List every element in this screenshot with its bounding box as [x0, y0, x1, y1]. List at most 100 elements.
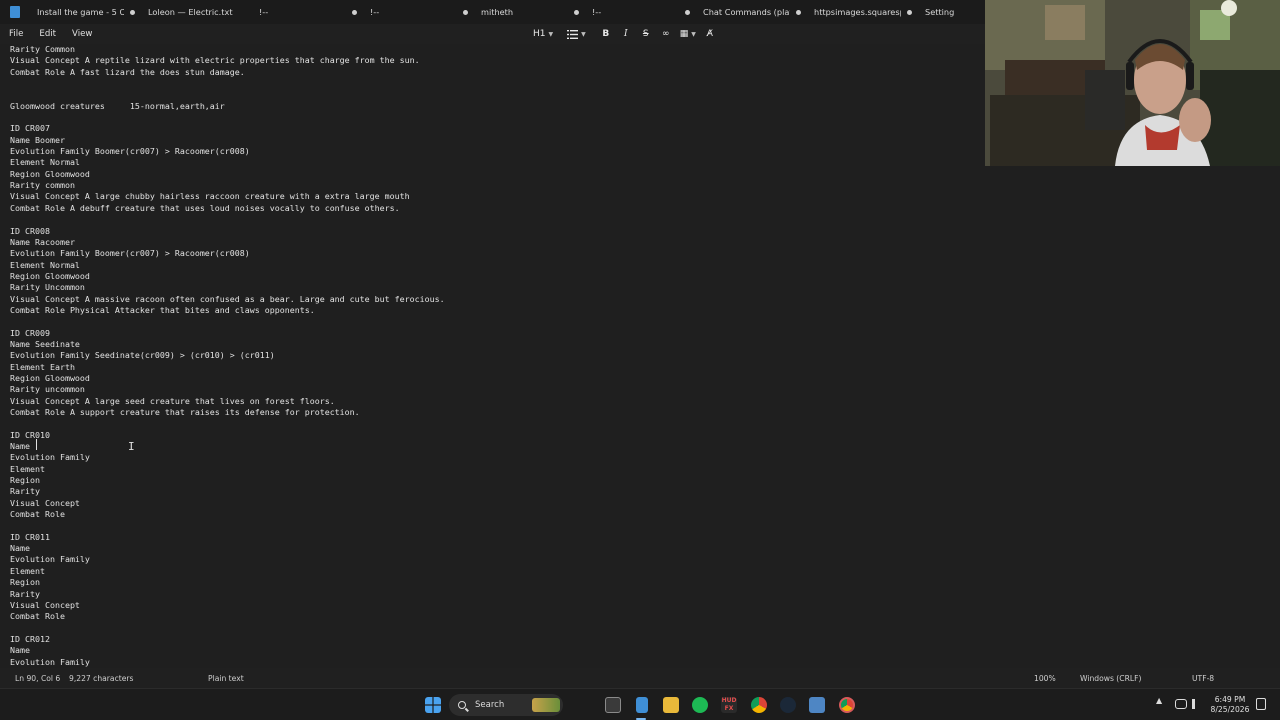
chevron-down-icon: ▼ [691, 30, 696, 38]
document-line: Visual Concept A large seed creature tha… [10, 395, 335, 406]
network-icon[interactable] [1175, 699, 1187, 709]
document-line: Evolution Family [10, 656, 90, 667]
document-line: Evolution Family Boomer(cr007) > Racoome… [10, 146, 250, 157]
clear-formatting-button[interactable]: A̸ [701, 25, 719, 43]
heading-label: H1 [533, 29, 546, 39]
document-line: Combat Role A support creature that rais… [10, 407, 360, 417]
document-line: Element Earth [10, 361, 75, 372]
unsaved-dot-icon[interactable] [130, 9, 135, 15]
document-line: Element [10, 565, 45, 576]
formatting-toolbar: H1 ▼ ▼ B I S ∞ ▦ ▼ A̸ [530, 24, 719, 44]
document-line: ID CR011 [10, 531, 50, 542]
unsaved-dot-icon[interactable] [907, 9, 912, 15]
document-line: Name [10, 645, 30, 656]
chevron-up-icon[interactable]: ▲ [1156, 696, 1162, 705]
document-line: Region Gloomwood [10, 372, 90, 383]
tab-3[interactable]: !-- [363, 0, 474, 24]
unsaved-dot-icon[interactable] [685, 9, 690, 15]
format-indicator[interactable]: Plain text [208, 674, 244, 683]
unsaved-dot-icon[interactable] [574, 9, 579, 15]
italic-button[interactable]: I [617, 25, 635, 43]
ibeam-cursor-icon: I [128, 440, 135, 453]
tab-4[interactable]: mitheth [474, 0, 585, 24]
tab-title: !-- [259, 7, 269, 17]
line-ending[interactable]: Windows (CRLF) [1080, 674, 1141, 683]
tab-1[interactable]: Loleon — Electric.txt [141, 0, 252, 24]
status-bar: Ln 90, Col 6 9,227 characters Plain text… [0, 668, 1280, 688]
tab-title: Loleon — Electric.txt [148, 7, 233, 17]
document-line: Region [10, 577, 40, 588]
tab-title: !-- [370, 7, 380, 17]
zoom-level[interactable]: 100% [1034, 674, 1056, 683]
chrome-icon[interactable] [751, 697, 767, 713]
bold-button[interactable]: B [597, 25, 615, 43]
heading-dropdown[interactable]: H1 ▼ [530, 25, 556, 43]
unsaved-dot-icon[interactable] [463, 9, 468, 15]
document-line: Rarity common [10, 180, 75, 191]
document-line: Visual Concept [10, 497, 80, 508]
link-button[interactable]: ∞ [657, 25, 675, 43]
tab-title: !-- [592, 7, 602, 17]
file-explorer-icon[interactable] [663, 697, 679, 713]
document-line: Element [10, 463, 45, 474]
task-view-icon[interactable] [605, 697, 621, 713]
volume-icon[interactable] [1192, 699, 1202, 709]
unsaved-dot-icon[interactable] [352, 9, 357, 15]
chrome-profile-icon[interactable] [839, 697, 855, 713]
cursor-position: Ln 90, Col 6 [15, 674, 61, 683]
hudfx-icon[interactable]: HUD FX [721, 697, 737, 713]
notification-bell-icon[interactable] [1256, 698, 1266, 710]
list-icon [567, 29, 579, 39]
webcam-image [985, 0, 1280, 166]
notepad-taskbar-icon[interactable] [636, 697, 648, 713]
windows-start-icon[interactable] [425, 697, 441, 713]
document-line: Combat Role Physical Attacker that bites… [10, 304, 315, 315]
document-line: Name [10, 441, 35, 452]
clock-date: 8/25/2026 [1210, 705, 1250, 714]
document-line: Evolution Family Boomer(cr007) > Racoome… [10, 248, 250, 259]
taskbar-search[interactable]: Search [449, 694, 563, 716]
document-line: Region [10, 475, 40, 486]
webcam-overlay [985, 0, 1280, 166]
document-line: Element Normal [10, 157, 80, 168]
document-line: Evolution Family Seedinate(cr009) > (cr0… [10, 350, 275, 361]
chevron-down-icon: ▼ [548, 30, 554, 38]
spotify-icon[interactable] [692, 697, 708, 713]
document-line: Rarity Uncommon [10, 282, 85, 293]
document-line: Combat Role [10, 509, 65, 520]
tab-7[interactable]: httpsimages.squarespa [807, 0, 918, 24]
menu-edit[interactable]: Edit [31, 24, 64, 44]
search-icon [458, 701, 466, 709]
document-line: Visual Concept A large chubby hairless r… [10, 191, 410, 202]
tab-6[interactable]: Chat Commands (playe [696, 0, 807, 24]
tab-0[interactable]: Install the game - 5 Co [30, 0, 141, 24]
menu-view[interactable]: View [64, 24, 100, 44]
character-count: 9,227 characters [69, 674, 134, 683]
encoding[interactable]: UTF-8 [1192, 674, 1214, 683]
text-caret [36, 439, 37, 450]
unsaved-dot-icon[interactable] [796, 9, 801, 15]
table-dropdown[interactable]: ▦ ▼ [677, 25, 699, 43]
document-line: Combat Role [10, 611, 65, 622]
menu-file[interactable]: File [0, 24, 31, 44]
document-line: ID CR008 [10, 225, 50, 236]
document-line: Combat Role A fast lizard the does stun … [10, 66, 245, 77]
strikethrough-button[interactable]: S [637, 25, 655, 43]
document-line: Evolution Family [10, 554, 90, 565]
list-dropdown[interactable]: ▼ [564, 25, 589, 43]
godot-icon[interactable] [809, 697, 825, 713]
steam-icon[interactable] [780, 697, 796, 713]
tab-2[interactable]: !-- [252, 0, 363, 24]
taskbar-clock[interactable]: 6:49 PM 8/25/2026 [1210, 695, 1250, 715]
notepad-app-icon [0, 0, 30, 24]
document-line: Name Seedinate [10, 338, 80, 349]
document-line: Rarity [10, 588, 40, 599]
document-line: Combat Role A debuff creature that uses … [10, 202, 400, 213]
search-highlight-icon [532, 698, 560, 712]
tab-5[interactable]: !-- [585, 0, 696, 24]
document-line: Region Gloomwood [10, 168, 90, 179]
